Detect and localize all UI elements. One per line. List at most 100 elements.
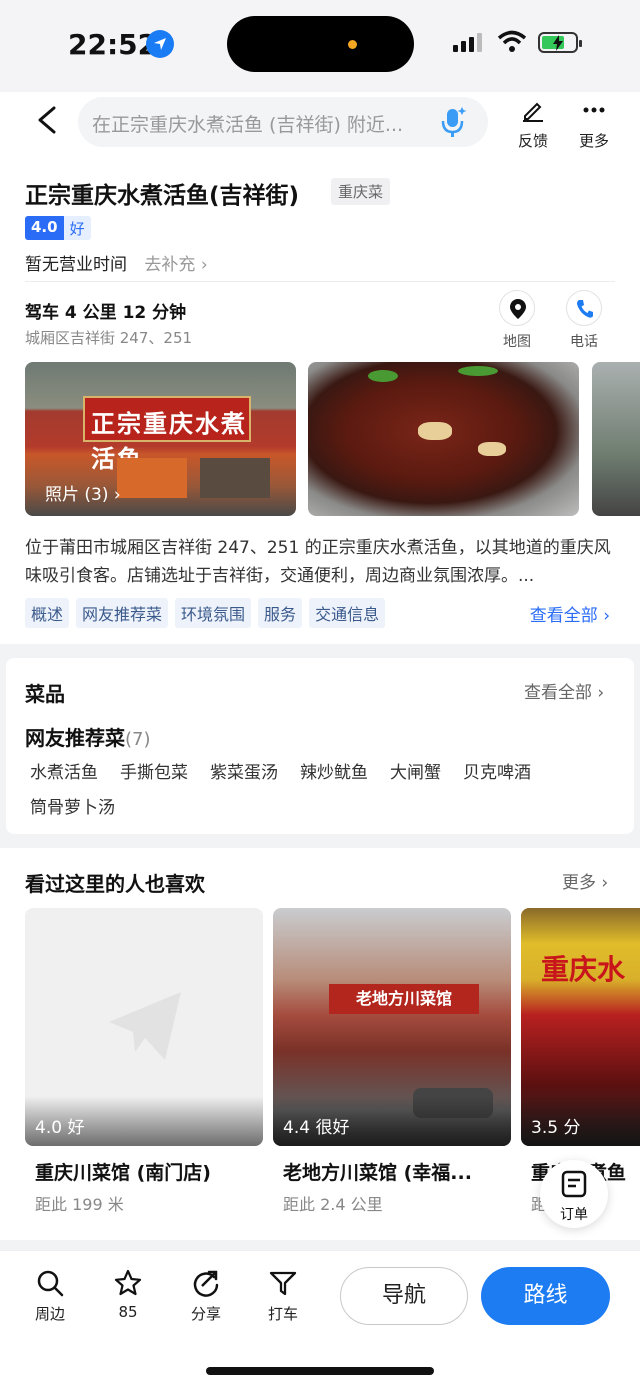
recommended-dishes-heading: 网友推荐菜(7)	[25, 726, 151, 750]
dish-item[interactable]: 辣炒鱿鱼	[300, 758, 368, 783]
phone-button[interactable]: 电话	[559, 290, 609, 351]
recommendation-name: 重庆川菜馆 (南门店)	[35, 1162, 211, 1184]
also-like-more[interactable]: 更多 ›	[562, 868, 608, 893]
dish-item[interactable]: 大闸蟹	[390, 758, 441, 783]
status-time: 22:52	[68, 28, 158, 61]
divider	[25, 281, 615, 282]
bottom-action-bar: 周边 85 分享 打车 导航 路线	[0, 1250, 640, 1388]
more-label: 更多	[578, 132, 609, 150]
placeholder-plane-icon	[109, 992, 181, 1060]
taxi-flag-icon	[269, 1271, 297, 1296]
order-button[interactable]: 订单	[540, 1160, 608, 1228]
search-icon	[37, 1270, 64, 1297]
drive-info: 驾车 4 公里 12 分钟	[25, 303, 187, 323]
rating-badge: 4.0 好	[25, 216, 91, 240]
recommendation-photo: 重庆水 3.5 分	[521, 908, 640, 1146]
voice-mic-icon[interactable]	[438, 105, 468, 139]
hours-supplement-link[interactable]: 去补充 ›	[144, 255, 207, 275]
more-button[interactable]: 更多	[566, 98, 622, 151]
taxi-button[interactable]: 打车	[253, 1269, 313, 1324]
nearby-button[interactable]: 周边	[20, 1269, 80, 1324]
location-arrow-icon	[146, 30, 174, 58]
share-button[interactable]: 分享	[176, 1269, 236, 1324]
poi-info-card: 正宗重庆水煮活鱼(吉祥街) 重庆菜 4.0 好 暂无营业时间 去补充 › 驾车 …	[0, 160, 640, 644]
feedback-label: 反馈	[517, 132, 548, 150]
header: 在正宗重庆水煮活鱼 (吉祥街) 附近... 反馈 更多	[0, 92, 640, 160]
chevron-right-icon: ›	[200, 255, 208, 275]
photo-carousel[interactable]: 正宗重庆水煮活鱼 照片 (3) ›	[0, 362, 640, 516]
phone-icon	[577, 300, 593, 318]
favorites-count: 85	[118, 1303, 138, 1321]
tag-transport[interactable]: 交通信息	[309, 598, 386, 628]
dishes-card: 菜品 查看全部 › 网友推荐菜(7) 水煮活鱼 手撕包菜 紫菜蛋汤 辣炒鱿鱼 大…	[6, 658, 634, 834]
dynamic-island	[227, 16, 414, 72]
storefront-photo[interactable]: 正宗重庆水煮活鱼 照片 (3) ›	[25, 362, 296, 516]
tag-recommended-dishes[interactable]: 网友推荐菜	[76, 598, 169, 628]
chevron-right-icon: ›	[601, 873, 609, 893]
nearby-label: 周边	[34, 1305, 65, 1323]
star-icon	[114, 1269, 142, 1296]
map-pin-icon	[510, 299, 526, 319]
taxi-label: 打车	[267, 1305, 298, 1323]
chevron-right-icon: ›	[603, 606, 610, 626]
chevron-left-icon	[38, 106, 56, 134]
storefront-sign: 老地方川菜馆	[329, 984, 479, 1014]
feedback-button[interactable]: 反馈	[505, 98, 561, 151]
business-hours: 暂无营业时间 去补充 ›	[25, 250, 208, 275]
more-dots-icon	[583, 107, 605, 113]
storefront-sign: 正宗重庆水煮活鱼	[83, 396, 251, 473]
see-all-link[interactable]: 查看全部 ›	[530, 601, 610, 626]
hours-text: 暂无营业时间	[25, 255, 127, 275]
recommendation-score: 4.0 好	[35, 1118, 85, 1138]
cuisine-badge: 重庆菜	[331, 178, 391, 205]
battery-icon	[538, 32, 582, 53]
recommendation-score: 4.4 很好	[283, 1118, 350, 1138]
map-label: 地图	[503, 334, 531, 350]
tag-service[interactable]: 服务	[258, 598, 303, 628]
recommendation-score: 3.5 分	[531, 1118, 581, 1138]
tag-overview[interactable]: 概述	[25, 598, 70, 628]
recommendation-item[interactable]: 老地方川菜馆 4.4 很好 老地方川菜馆 (幸福... 距此 2.4 公里	[273, 908, 511, 1215]
dish-item[interactable]: 水煮活鱼	[30, 758, 98, 783]
dishes-title: 菜品	[25, 682, 65, 706]
share-label: 分享	[190, 1305, 221, 1323]
edit-pencil-icon	[523, 102, 543, 122]
back-button[interactable]	[30, 102, 66, 138]
recommendation-distance: 距此 2.4 公里	[283, 1195, 383, 1214]
home-indicator[interactable]	[206, 1367, 434, 1375]
dish-item[interactable]: 紫菜蛋汤	[210, 758, 278, 783]
tag-ambience[interactable]: 环境氛围	[175, 598, 252, 628]
dish-list: 水煮活鱼 手撕包菜 紫菜蛋汤 辣炒鱿鱼 大闸蟹 贝克啤酒 筒骨萝卜汤	[30, 758, 590, 818]
status-bar: 22:52	[0, 0, 640, 92]
info-tags: 概述 网友推荐菜 环境氛围 服务 交通信息	[25, 598, 386, 628]
recommendation-distance: 距此 199 米	[35, 1195, 124, 1214]
storefront-sign: 重庆水	[541, 953, 626, 986]
navigate-button[interactable]: 导航	[340, 1267, 468, 1325]
cellular-signal-icon	[453, 33, 482, 52]
wifi-icon	[497, 30, 527, 52]
dishes-see-all[interactable]: 查看全部 ›	[524, 678, 604, 703]
search-input[interactable]: 在正宗重庆水煮活鱼 (吉祥街) 附近...	[78, 97, 488, 147]
also-like-title: 看过这里的人也喜欢	[25, 872, 205, 896]
dish-photo[interactable]	[308, 362, 579, 516]
rating-score: 4.0	[25, 216, 64, 240]
dish-item[interactable]: 手撕包菜	[120, 758, 188, 783]
favorite-button[interactable]: 85	[98, 1269, 158, 1321]
recommendation-item[interactable]: 4.0 好 重庆川菜馆 (南门店) 距此 199 米	[25, 908, 263, 1215]
page: 22:52 在正宗重庆水煮活鱼 (吉祥街) 附近... 反馈 更多 正宗重庆水煮…	[0, 0, 640, 1388]
rating-word: 好	[63, 216, 91, 240]
share-icon	[193, 1270, 219, 1297]
map-button[interactable]: 地图	[492, 290, 542, 351]
dish-item[interactable]: 筒骨萝卜汤	[30, 793, 115, 818]
phone-label: 电话	[570, 334, 598, 350]
search-placeholder: 在正宗重庆水煮活鱼 (吉祥街) 附近...	[92, 114, 404, 136]
photo-count-label[interactable]: 照片 (3) ›	[45, 480, 121, 505]
recommendation-photo: 4.0 好	[25, 908, 263, 1146]
dish-item[interactable]: 贝克啤酒	[463, 758, 531, 783]
order-label: 订单	[560, 1207, 588, 1223]
next-photo[interactable]	[592, 362, 640, 516]
route-button[interactable]: 路线	[481, 1267, 610, 1325]
order-list-icon	[561, 1170, 587, 1198]
recommendation-name: 老地方川菜馆 (幸福...	[283, 1162, 472, 1184]
address[interactable]: 城厢区吉祥街 247、251	[25, 327, 192, 348]
